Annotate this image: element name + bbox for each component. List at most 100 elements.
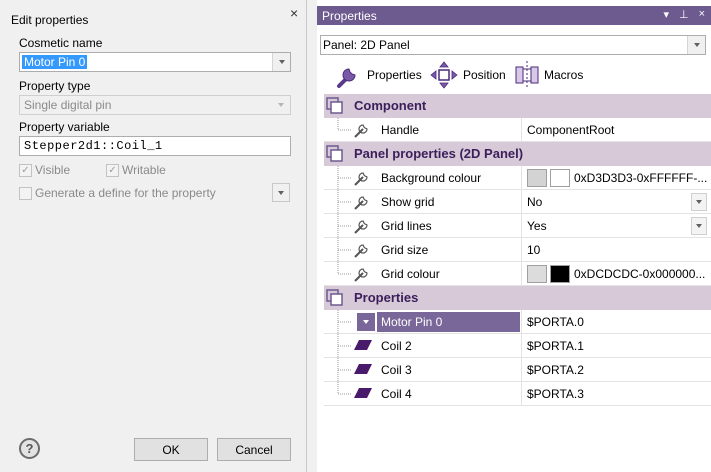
window-divider [307, 0, 317, 472]
wrench-icon [354, 268, 368, 282]
tab-macros[interactable]: Macros [514, 58, 583, 92]
property-row[interactable]: Handle ComponentRoot [324, 118, 711, 142]
chevron-down-icon [363, 320, 369, 324]
property-row[interactable]: Coil 3 $PORTA.2 [324, 358, 711, 382]
category-properties[interactable]: Properties [324, 286, 711, 310]
properties-panel: Properties ▾ ⊥ × Panel: 2D Panel Propert… [317, 0, 711, 472]
property-name: Show grid [381, 195, 435, 209]
tab-position[interactable]: Position [429, 58, 506, 92]
property-row[interactable]: Background colour 0xD3D3D3-0xFFFFFF-... [324, 166, 711, 190]
property-name: Coil 3 [381, 363, 412, 377]
property-value[interactable]: No [527, 195, 542, 209]
visible-checkbox[interactable]: ✓ Visible [19, 163, 70, 177]
wrench-icon [354, 244, 368, 258]
wrench-icon [354, 220, 368, 234]
property-name: Grid colour [381, 267, 440, 281]
property-value[interactable]: $PORTA.3 [527, 387, 584, 401]
chevron-down-icon [693, 43, 700, 47]
checkbox-empty-icon [19, 186, 32, 200]
panel-menu-icon[interactable]: ▾ [663, 8, 669, 21]
property-type-value: Single digital pin [24, 98, 112, 112]
color-swatch[interactable] [550, 265, 570, 283]
category-component[interactable]: Component [324, 94, 711, 118]
property-value[interactable]: Yes [527, 219, 547, 233]
category-title: Properties [354, 290, 419, 305]
chevron-down-icon [696, 200, 702, 204]
property-name: Background colour [381, 171, 482, 185]
tab-properties[interactable]: Properties [335, 58, 422, 92]
tab-properties-label: Properties [367, 68, 422, 82]
visible-label: Visible [35, 163, 71, 177]
tree-connector [337, 382, 352, 395]
close-icon[interactable]: × [699, 8, 705, 21]
property-value[interactable]: $PORTA.2 [527, 363, 584, 377]
pages-icon [326, 289, 343, 306]
property-row[interactable]: Grid colour 0xDCDCDC-0x000000... [324, 262, 711, 286]
row-dropdown-button[interactable] [357, 313, 375, 331]
pin-parallelogram-icon [354, 340, 372, 350]
tree-connector [337, 310, 352, 334]
check-icon: ✓ [19, 163, 32, 177]
dialog-title: Edit properties [11, 13, 89, 27]
cosmetic-name-value: Motor Pin 0 [22, 55, 88, 69]
chevron-down-icon [278, 60, 285, 64]
cosmetic-name-input[interactable]: Motor Pin 0 [19, 52, 291, 72]
grid-lines-dropdown[interactable] [691, 217, 707, 235]
color-swatch[interactable] [550, 169, 570, 187]
color-swatch[interactable] [527, 169, 547, 187]
wrench-icon [354, 172, 368, 186]
writable-label: Writable [122, 163, 166, 177]
ok-button[interactable]: OK [134, 438, 208, 461]
cosmetic-name-dropdown[interactable] [272, 53, 290, 71]
property-name: Motor Pin 0 [377, 312, 520, 332]
close-icon[interactable]: × [290, 5, 298, 21]
generate-define-dropdown[interactable] [272, 183, 290, 202]
cancel-button[interactable]: Cancel [217, 438, 291, 461]
property-name: Grid lines [381, 219, 432, 233]
chevron-down-icon [278, 103, 284, 107]
pages-icon [326, 97, 343, 114]
property-value[interactable]: $PORTA.0 [527, 315, 584, 329]
show-grid-dropdown[interactable] [691, 193, 707, 211]
generate-define-label: Generate a define for the property [35, 186, 216, 200]
property-value[interactable]: 0xD3D3D3-0xFFFFFF-... [574, 171, 707, 185]
property-value[interactable]: 0xDCDCDC-0x000000... [574, 267, 705, 281]
chevron-down-icon [696, 224, 702, 228]
pin-parallelogram-icon [354, 364, 372, 374]
tree-connector [337, 238, 352, 262]
writable-checkbox[interactable]: ✓ Writable [106, 163, 166, 177]
property-row[interactable]: Grid size 10 [324, 238, 711, 262]
property-type-select[interactable]: Single digital pin [19, 95, 291, 115]
move-arrows-icon [430, 61, 458, 89]
tab-macros-label: Macros [544, 68, 584, 82]
property-value[interactable]: $PORTA.1 [527, 339, 584, 353]
color-swatch[interactable] [527, 265, 547, 283]
help-icon[interactable]: ? [19, 438, 40, 459]
property-value[interactable]: ComponentRoot [527, 123, 614, 137]
property-type-label: Property type [19, 79, 91, 93]
pin-icon[interactable]: ⊥ [679, 8, 689, 21]
tree-connector [337, 334, 352, 358]
property-value[interactable]: 10 [527, 243, 540, 257]
panel-selector-dropdown[interactable] [687, 36, 705, 54]
generate-define-checkbox[interactable]: Generate a define for the property [19, 186, 216, 200]
property-variable-input[interactable]: Stepper2d1::Coil_1 [19, 136, 291, 156]
category-panel-properties[interactable]: Panel properties (2D Panel) [324, 142, 711, 166]
panel-selector[interactable]: Panel: 2D Panel [320, 35, 706, 55]
property-row[interactable]: Coil 2 $PORTA.1 [324, 334, 711, 358]
property-grid: Component Handle ComponentRoot Panel pro… [324, 94, 711, 406]
property-row[interactable]: Coil 4 $PORTA.3 [324, 382, 711, 406]
cosmetic-name-label: Cosmetic name [19, 36, 103, 50]
property-name: Coil 4 [381, 387, 412, 401]
property-type-dropdown[interactable] [272, 96, 290, 114]
property-name: Handle [381, 123, 420, 137]
tree-connector [337, 190, 352, 214]
wrench-icon [354, 124, 368, 138]
property-row-selected[interactable]: Motor Pin 0 $PORTA.0 [324, 310, 711, 334]
category-title: Panel properties (2D Panel) [354, 146, 524, 161]
category-title: Component [354, 98, 427, 113]
property-row[interactable]: Grid lines Yes [324, 214, 711, 238]
tree-connector [337, 262, 352, 275]
property-row[interactable]: Show grid No [324, 190, 711, 214]
property-variable-value: Stepper2d1::Coil_1 [24, 139, 163, 153]
